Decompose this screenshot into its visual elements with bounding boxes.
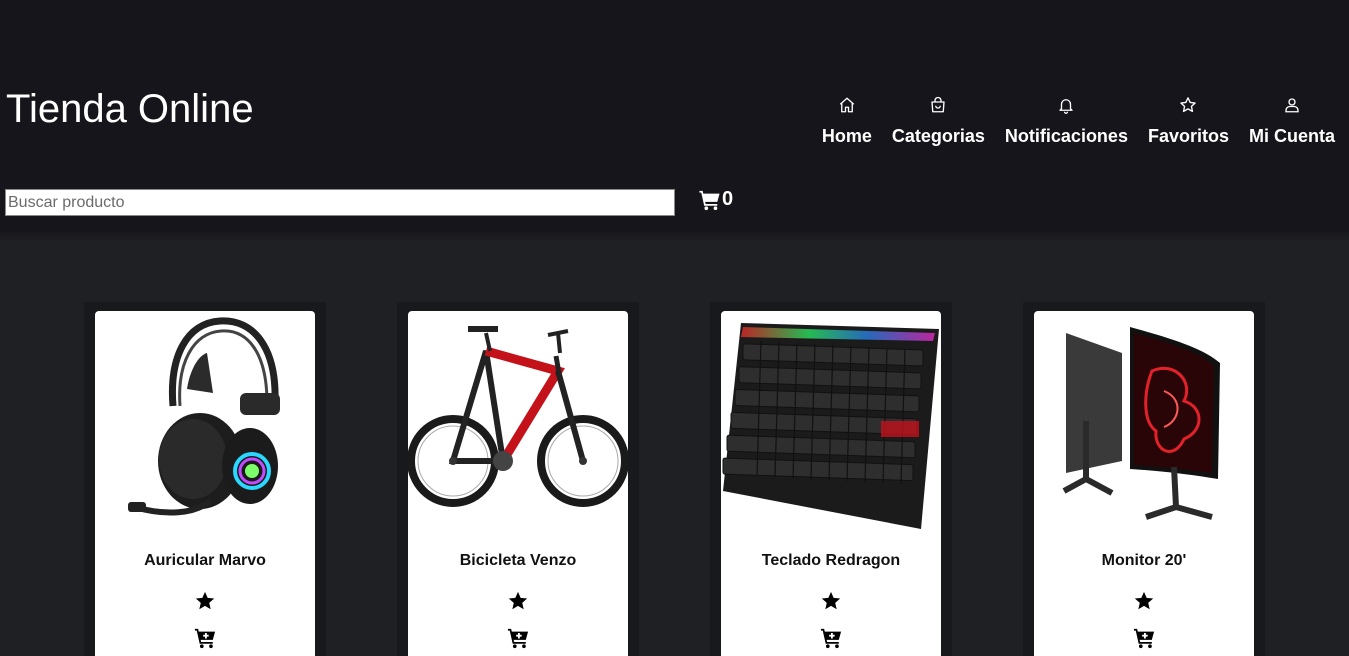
user-icon — [1285, 98, 1299, 113]
search-input[interactable] — [5, 189, 675, 216]
star-icon[interactable] — [507, 590, 529, 612]
nav-mi-cuenta[interactable]: Mi Cuenta — [1249, 96, 1335, 147]
star-icon[interactable] — [1133, 590, 1155, 612]
product-name: Teclado Redragon — [761, 552, 901, 569]
star-icon[interactable] — [820, 590, 842, 612]
home-icon — [839, 97, 855, 113]
keyboard-image — [722, 323, 939, 529]
add-to-cart-icon[interactable] — [507, 627, 529, 649]
nav-home[interactable]: Home — [822, 96, 872, 147]
product-card[interactable]: Teclado Redragon — [721, 311, 941, 656]
nav-categorias-label: Categorias — [891, 126, 985, 146]
nav-notificaciones-label: Notificaciones — [1004, 126, 1128, 146]
headset-image — [128, 317, 280, 516]
add-to-cart-icon[interactable] — [194, 627, 216, 649]
star-icon[interactable] — [194, 590, 216, 612]
cart-count: 0 — [722, 188, 734, 210]
product-card[interactable]: Bicicleta Venzo — [408, 311, 628, 656]
nav-favoritos-label: Favoritos — [1147, 126, 1229, 146]
star-icon — [1180, 97, 1197, 113]
bicycle-image — [408, 326, 628, 507]
site-title: Tienda Online — [6, 87, 254, 131]
nav-favoritos[interactable]: Favoritos — [1148, 96, 1229, 147]
product-name: Monitor 20' — [1101, 552, 1187, 569]
site-header: Tienda Online Home Categorias Notificaci… — [0, 0, 1349, 232]
cart-button[interactable]: 0 — [698, 188, 733, 211]
nav-home-label: Home — [821, 126, 872, 146]
product-name: Auricular Marvo — [144, 552, 266, 569]
product-slot: Bicicleta Venzo — [397, 302, 639, 656]
product-slot: Auricular Marvo — [84, 302, 326, 656]
nav-notificaciones[interactable]: Notificaciones — [1005, 96, 1128, 147]
bell-icon — [1059, 99, 1074, 114]
shopping-bag-icon — [931, 96, 946, 113]
product-card[interactable]: Auricular Marvo — [95, 311, 315, 656]
product-name: Bicicleta Venzo — [459, 552, 577, 569]
monitor-image — [1062, 327, 1220, 520]
add-to-cart-icon[interactable] — [820, 627, 842, 649]
product-card[interactable]: Monitor 20' — [1034, 311, 1254, 656]
add-to-cart-icon[interactable] — [1133, 627, 1155, 649]
main-nav: Home Categorias Notificaciones Favoritos… — [802, 96, 1335, 147]
nav-categorias[interactable]: Categorias — [892, 96, 985, 147]
cart-icon — [699, 190, 720, 210]
nav-mi-cuenta-label: Mi Cuenta — [1248, 126, 1335, 146]
header-shadow — [0, 232, 1349, 242]
product-slot: Teclado Redragon — [710, 302, 952, 656]
product-slot: Monitor 20' — [1023, 302, 1265, 656]
